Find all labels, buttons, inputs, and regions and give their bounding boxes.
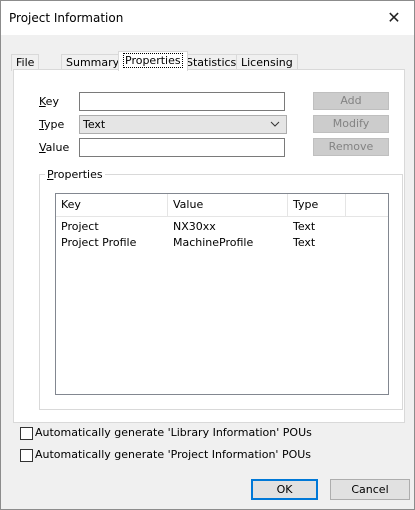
column-header-value[interactable]: Value (168, 194, 288, 216)
library-info-label: Automatically generate 'Library Informat… (35, 426, 312, 439)
type-label: Type (39, 118, 65, 131)
tab-properties-label: Properties (123, 53, 183, 68)
close-icon[interactable]: ✕ (374, 1, 414, 35)
type-select[interactable]: Text (79, 115, 287, 134)
modify-button[interactable]: Modify (313, 115, 389, 133)
key-input[interactable] (79, 92, 285, 111)
dialog-title: Project Information (9, 11, 124, 25)
properties-group-legend: Properties (45, 168, 105, 181)
cell-key: Project Profile (61, 236, 137, 249)
project-info-checkbox[interactable] (20, 449, 33, 462)
cell-type: Text (293, 236, 316, 249)
cell-key: Project (61, 220, 99, 233)
cancel-button[interactable]: Cancel (330, 479, 410, 500)
key-label: Key (39, 95, 59, 108)
cell-type: Text (293, 220, 316, 233)
chevron-down-icon (270, 116, 280, 139)
tab-licensing-label: Licensing (241, 56, 293, 69)
tab-file-label: File (16, 56, 35, 69)
value-input[interactable] (79, 138, 285, 157)
value-label: Value (39, 141, 70, 154)
column-header-key[interactable]: Key (56, 194, 168, 216)
add-button[interactable]: Add (313, 92, 389, 110)
remove-button[interactable]: Remove (313, 138, 389, 156)
tab-summary-label: Summary (66, 56, 120, 69)
project-info-label: Automatically generate 'Project Informat… (35, 448, 312, 461)
column-header-type[interactable]: Type (288, 194, 346, 216)
library-info-checkbox[interactable] (20, 427, 33, 440)
properties-list[interactable]: Key Value Type Project NX30xx Text Proje… (55, 193, 389, 395)
table-row[interactable]: Project NX30xx Text (56, 219, 388, 235)
table-row[interactable]: Project Profile MachineProfile Text (56, 235, 388, 251)
cell-value: MachineProfile (173, 236, 254, 249)
tab-statistics-label: Statistics (186, 56, 237, 69)
project-information-dialog: Project Information ✕ File Summary Prope… (0, 0, 415, 510)
list-header: Key Value Type (56, 194, 388, 217)
type-select-value: Text (83, 118, 106, 131)
ok-button[interactable]: OK (251, 479, 318, 500)
tab-properties[interactable]: Properties (118, 51, 188, 71)
title-bar: Project Information ✕ (1, 1, 414, 35)
cell-value: NX30xx (173, 220, 216, 233)
